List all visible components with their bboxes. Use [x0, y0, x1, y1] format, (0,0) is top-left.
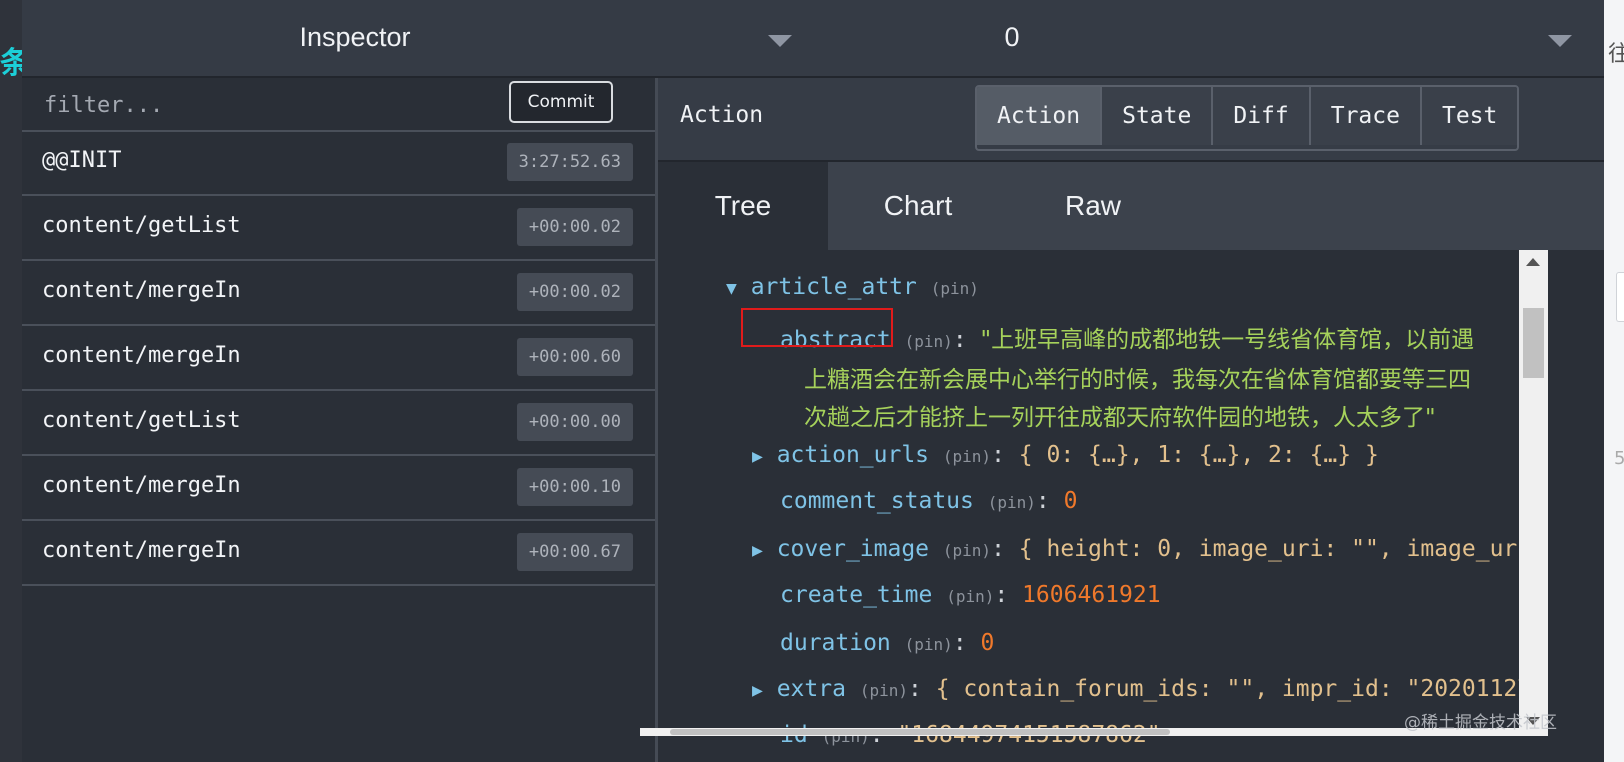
collapsed-arrow-icon: ▶	[752, 540, 763, 561]
tree-value: 上糖酒会在新会展中心举行的时候，我每次在省体育馆都要等三四	[804, 367, 1471, 393]
pin-link[interactable]: (pin)	[905, 635, 953, 654]
subtab-raw[interactable]: Raw	[1008, 162, 1178, 250]
top-bar: Inspector 0	[22, 0, 1604, 78]
tab-state[interactable]: State	[1102, 87, 1214, 145]
tree-key: duration	[780, 630, 891, 656]
action-timestamp: +00:00.02	[516, 208, 633, 246]
tree-key: create_time	[780, 582, 933, 608]
tree-value-line: 上糖酒会在新会展中心举行的时候，我每次在省体育馆都要等三四	[804, 360, 1471, 394]
background-page-right: 往 5	[1604, 0, 1624, 762]
subtab-chart[interactable]: Chart	[828, 162, 1008, 250]
action-name: content/mergeIn	[42, 473, 241, 498]
action-timestamp: +00:00.10	[516, 468, 633, 506]
pin-link[interactable]: (pin)	[905, 332, 953, 351]
watermark: @稀土掘金技术社区	[1404, 713, 1557, 733]
pin-link[interactable]: (pin)	[943, 447, 991, 466]
tab-action[interactable]: Action	[977, 87, 1103, 145]
action-timestamp: +00:00.67	[516, 533, 633, 571]
tree-node-extra[interactable]: ▶ extra (pin): { contain_forum_ids: "", …	[752, 676, 1540, 702]
scrollbar-thumb[interactable]	[1523, 308, 1544, 378]
pin-link[interactable]: (pin)	[943, 541, 991, 560]
action-list-item[interactable]: @@INIT 3:27:52.63	[22, 130, 655, 196]
tree-node-comment-status[interactable]: comment_status (pin): 0	[780, 488, 1077, 514]
tree-key: cover_image	[776, 536, 930, 562]
action-list-item[interactable]: content/getList +00:00.00	[22, 390, 655, 456]
tree-node-create-time[interactable]: create_time (pin): 1606461921	[780, 582, 1161, 608]
pin-link[interactable]: (pin)	[860, 681, 908, 700]
action-name: @@INIT	[42, 148, 122, 173]
tree-key: extra	[776, 676, 846, 702]
pin-link[interactable]: (pin)	[946, 587, 994, 606]
tree-value: "上班早高峰的成都地铁一号线省体育馆，以前遇	[980, 327, 1475, 353]
action-name: content/mergeIn	[42, 278, 241, 303]
action-list-item[interactable]: content/mergeIn +00:00.10	[22, 455, 655, 521]
tab-test[interactable]: Test	[1421, 87, 1518, 145]
collapsed-arrow-icon: ▶	[752, 446, 763, 467]
expanded-arrow-icon: ▼	[726, 278, 737, 299]
tree-node-action-urls[interactable]: ▶ action_urls (pin): { 0: {…}, 1: {…}, 2…	[752, 442, 1379, 468]
action-list-item[interactable]: content/getList +00:00.02	[22, 195, 655, 261]
action-list-item[interactable]: content/mergeIn +00:00.67	[22, 520, 655, 586]
tree-value: 0	[980, 630, 995, 656]
instance-select[interactable]: 0	[812, 0, 1604, 76]
subtab-bar: Tree Chart Raw	[658, 162, 1604, 250]
tree-node-cover-image[interactable]: ▶ cover_image (pin): { height: 0, image_…	[752, 536, 1540, 562]
scroll-up-icon[interactable]	[1526, 258, 1540, 266]
scrollbar-thumb[interactable]	[670, 729, 1170, 735]
tab-diff[interactable]: Diff	[1213, 87, 1311, 145]
collapsed-arrow-icon: ▶	[752, 680, 763, 701]
inspector-panel: Action Tree Chart Raw ▼ article_attr (pi…	[658, 78, 1604, 762]
background-page-left: 条	[0, 0, 30, 762]
background-digit: 5	[1614, 448, 1624, 469]
pin-link[interactable]: (pin)	[931, 279, 979, 298]
tab-trace[interactable]: Trace	[1310, 87, 1422, 145]
tree-value: 0	[1063, 488, 1078, 514]
action-timestamp: +00:00.60	[516, 338, 633, 376]
tree-key: action_urls	[776, 442, 930, 468]
action-name: content/mergeIn	[42, 538, 241, 563]
tree-value: 1606461921	[1022, 582, 1161, 608]
action-timestamp: 3:27:52.63	[506, 143, 633, 181]
action-list-panel: Commit @@INIT 3:27:52.63 content/getList +0…	[22, 78, 658, 762]
chevron-down-icon	[1548, 35, 1572, 47]
tree-key: comment_status	[780, 488, 974, 514]
background-text: 往	[1608, 42, 1624, 67]
action-list-item[interactable]: content/mergeIn +00:00.60	[22, 325, 655, 391]
tree-value: 次趟之后才能挤上一列开往成都天府软件园的地铁，人太多了"	[804, 405, 1436, 431]
vertical-scrollbar[interactable]	[1519, 250, 1548, 736]
tree-value-line: 次趟之后才能挤上一列开往成都天府软件园的地铁，人太多了"	[804, 398, 1436, 432]
subtab-tree[interactable]: Tree	[658, 162, 828, 250]
selected-action-title: Action	[680, 102, 764, 128]
tree-value: { height: 0, image_uri: "", image_url:	[1018, 536, 1540, 562]
tree-value: { 0: {…}, 1: {…}, 2: {…} }	[1018, 442, 1379, 468]
highlight-annotation-box	[741, 308, 893, 347]
commit-button[interactable]: Commit	[509, 81, 613, 123]
action-name: content/mergeIn	[42, 343, 241, 368]
action-timestamp: +00:00.02	[516, 273, 633, 311]
pin-link[interactable]: (pin)	[988, 493, 1036, 512]
action-timestamp: +00:00.00	[516, 403, 633, 441]
filter-row: Commit	[22, 78, 655, 132]
tree-node-duration[interactable]: duration (pin): 0	[780, 630, 994, 656]
action-name: content/getList	[42, 213, 241, 238]
horizontal-scrollbar[interactable]	[640, 728, 1520, 736]
tree-node-article-attr[interactable]: ▼ article_attr (pin)	[726, 274, 979, 300]
inspector-tabs: Action State Diff Trace Test	[975, 85, 1520, 151]
action-list-item[interactable]: content/mergeIn +00:00.02	[22, 260, 655, 326]
background-box	[1616, 272, 1624, 322]
action-name: content/getList	[42, 408, 241, 433]
instance-select-label: 0	[1004, 22, 1020, 52]
filter-input[interactable]	[42, 88, 486, 122]
tree-value: { contain_forum_ids: "", impr_id: "20201…	[935, 676, 1540, 702]
tree-key: article_attr	[750, 274, 917, 300]
